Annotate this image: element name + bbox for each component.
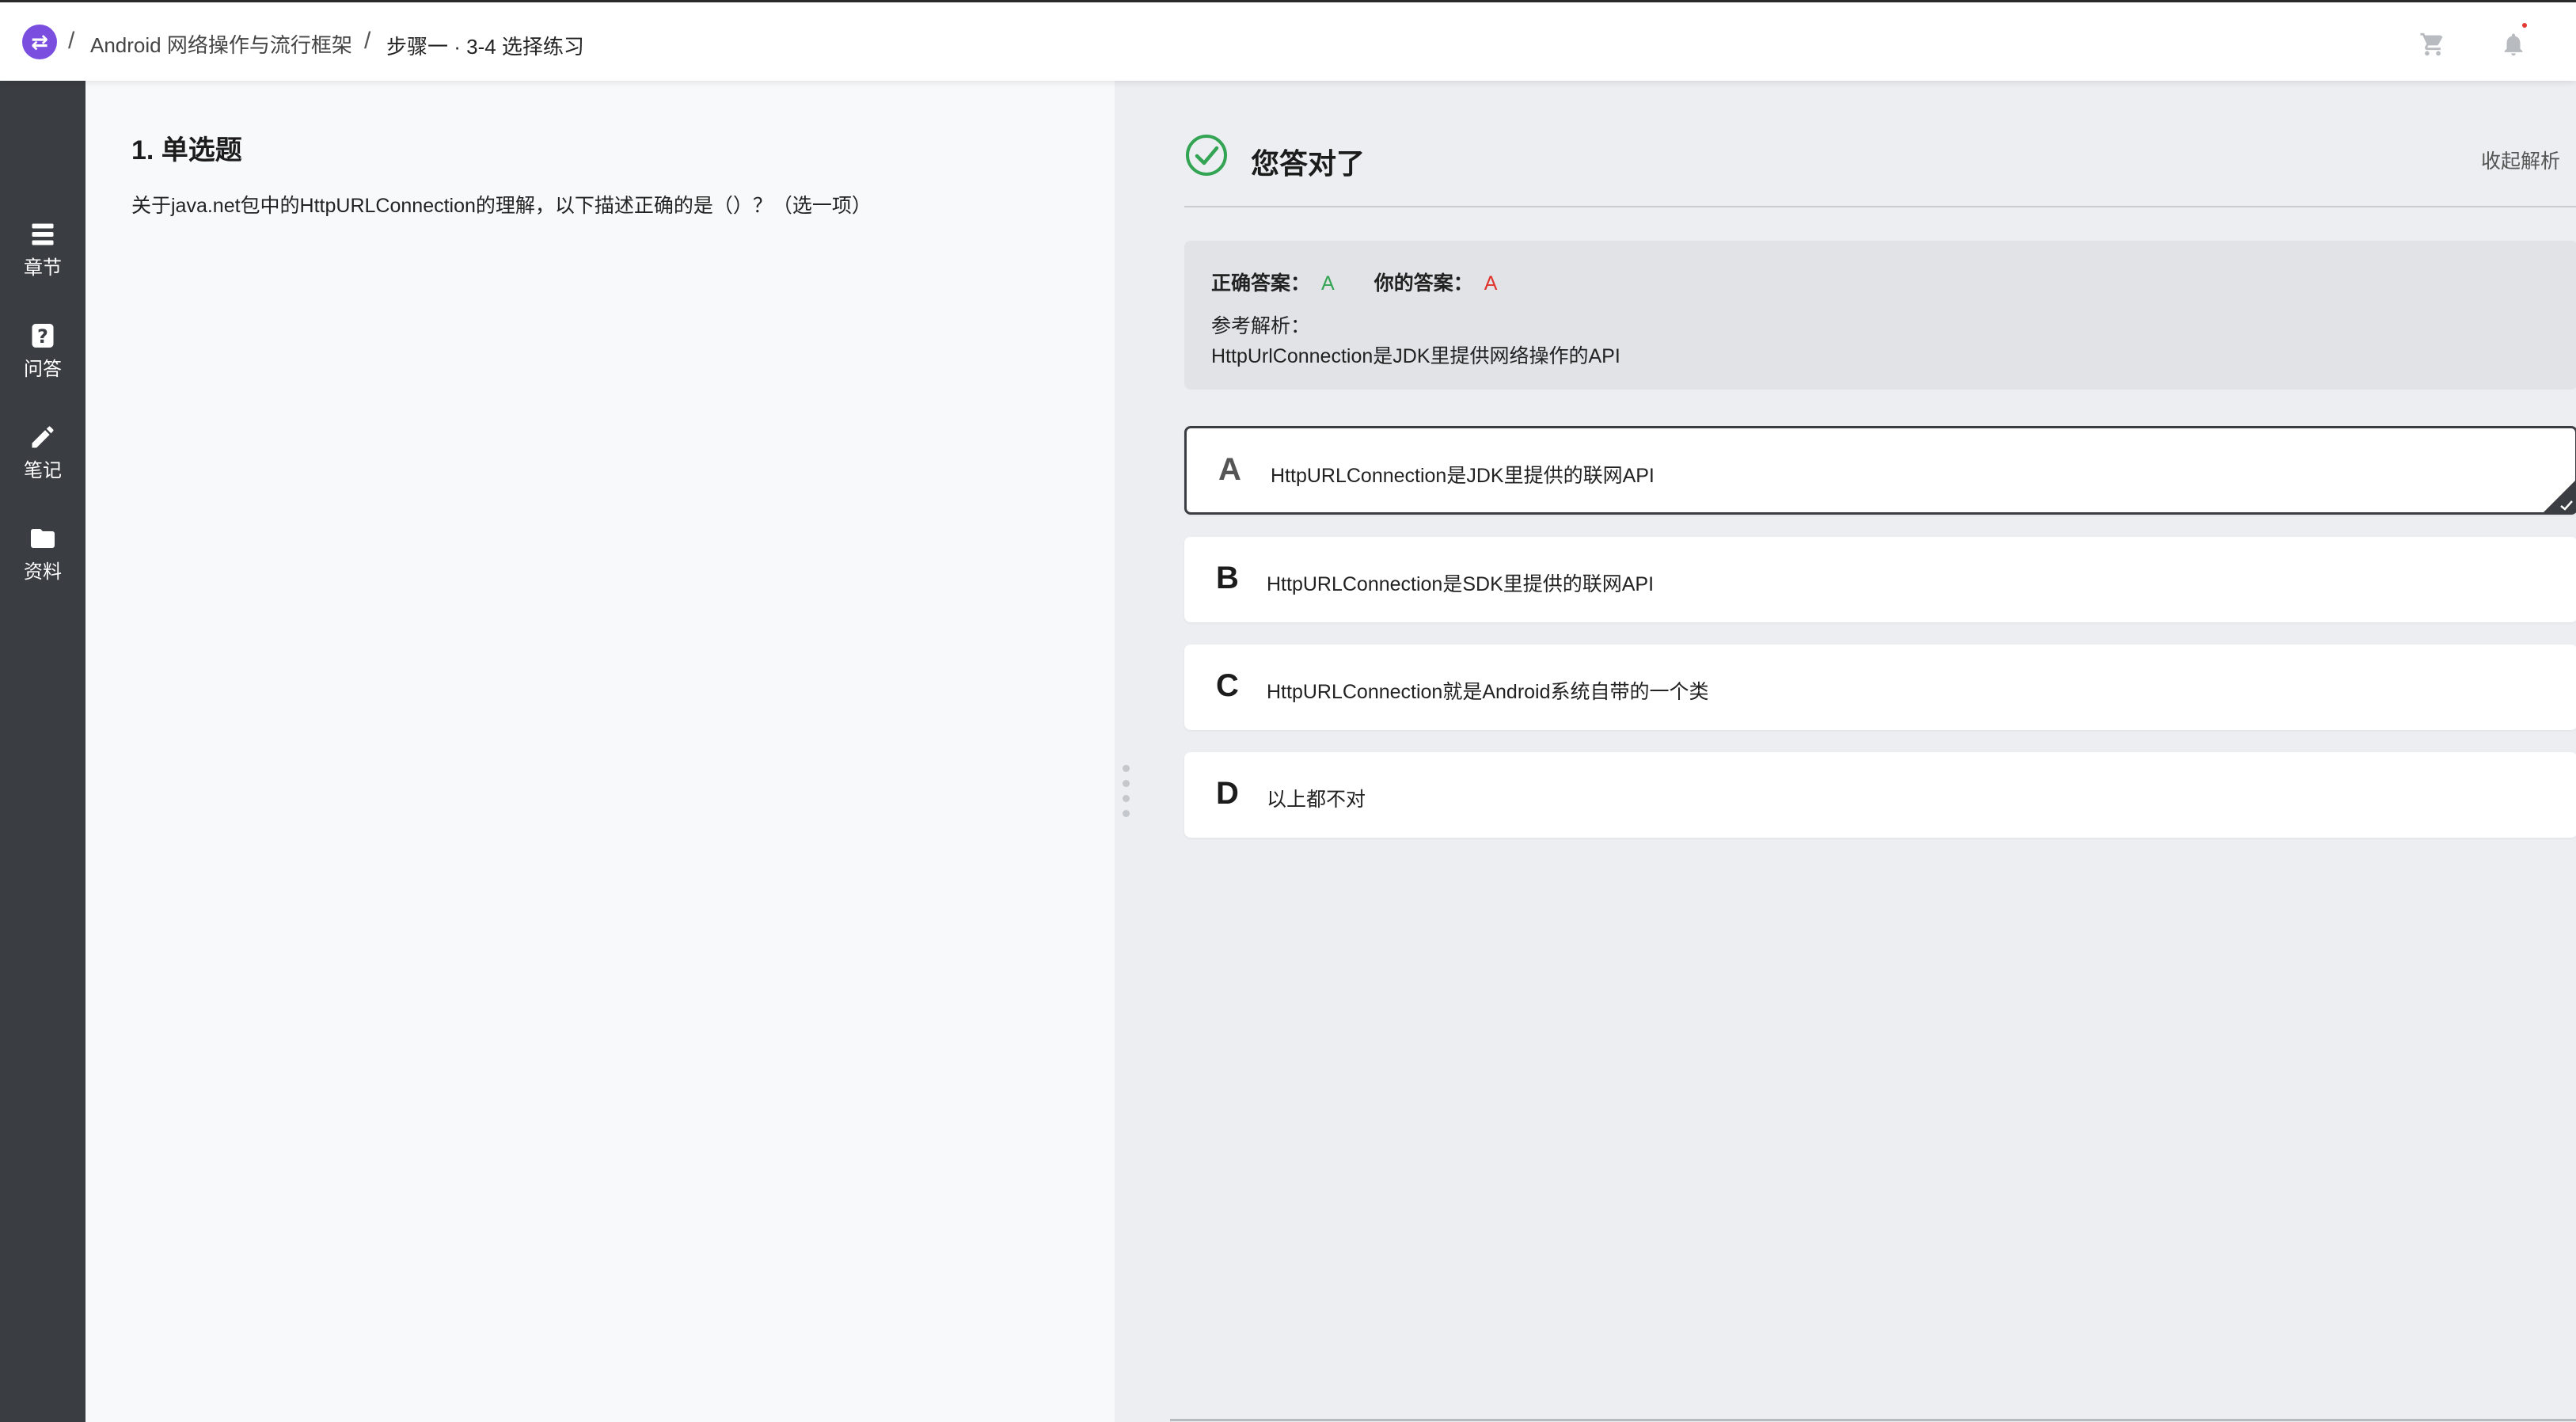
- your-answer-value: A: [1484, 272, 1498, 295]
- option-text: HttpURLConnection就是Android系统自带的一个类: [1267, 681, 1709, 703]
- sidebar-item-qa[interactable]: ? 问答: [0, 321, 85, 401]
- answer-summary: 正确答案： A 你的答案： A: [1211, 268, 1497, 296]
- panel-resize-handle[interactable]: [1123, 765, 1130, 820]
- sidebar-item-label: 问答: [24, 359, 62, 380]
- analysis-label: 参考解析：: [1211, 315, 1311, 337]
- chapter-list-icon: [32, 223, 54, 245]
- answer-panel: 您答对了 收起解析 正确答案： A 你的答案： A 参考解析： HttpUrlConn…: [1115, 81, 2576, 1422]
- question-icon: ?: [32, 324, 54, 348]
- collapse-analysis-link[interactable]: 收起解析: [2481, 146, 2560, 174]
- bell-icon[interactable]: [2500, 31, 2527, 58]
- analysis-text: HttpUrlConnection是JDK里提供网络操作的API: [1211, 345, 1620, 367]
- bottom-divider: [1170, 1419, 2576, 1421]
- left-sidebar: 章节 ? 问答 笔记 资料: [0, 81, 85, 1422]
- breadcrumb-separator: /: [68, 28, 75, 54]
- sidebar-item-materials[interactable]: 资料: [0, 524, 85, 603]
- correct-answer-label: 正确答案：: [1211, 272, 1311, 295]
- sidebar-item-label: 笔记: [24, 460, 62, 481]
- folder-icon: [31, 529, 55, 548]
- check-circle-icon: [1186, 135, 1227, 176]
- breadcrumb-separator: /: [364, 28, 371, 54]
- top-header: ⇄ / Android 网络操作与流行框架 / 步骤一 · 3-4 选择练习: [0, 0, 2576, 81]
- option-b[interactable]: B HttpURLConnection是SDK里提供的联网API: [1184, 537, 2576, 622]
- option-text: 以上都不对: [1267, 789, 1366, 811]
- option-letter: B: [1216, 561, 1239, 595]
- option-c[interactable]: C HttpURLConnection就是Android系统自带的一个类: [1184, 644, 2576, 730]
- question-title: 1. 单选题: [131, 135, 242, 165]
- option-d[interactable]: D 以上都不对: [1184, 752, 2576, 838]
- question-panel: 1. 单选题 关于java.net包中的HttpURLConnection的理解…: [85, 81, 1115, 1422]
- selected-corner-icon: [2544, 481, 2575, 512]
- option-letter: C: [1216, 668, 1239, 703]
- notification-dot: [2522, 23, 2527, 28]
- result-status: 您答对了: [1251, 147, 1366, 180]
- option-a[interactable]: A HttpURLConnection是JDK里提供的联网API: [1184, 426, 2576, 515]
- option-letter: D: [1216, 776, 1239, 811]
- breadcrumb-course[interactable]: Android 网络操作与流行框架: [90, 29, 352, 59]
- sidebar-item-label: 资料: [24, 561, 62, 583]
- option-text: HttpURLConnection是SDK里提供的联网API: [1267, 573, 1655, 595]
- sidebar-item-chapters[interactable]: 章节: [0, 220, 85, 299]
- analysis-box: 正确答案： A 你的答案： A 参考解析： HttpUrlConnection是JDK…: [1184, 241, 2576, 390]
- option-letter: A: [1218, 452, 1241, 487]
- logo-icon[interactable]: ⇄: [22, 25, 57, 59]
- sidebar-item-label: 章节: [24, 257, 62, 279]
- question-text: 关于java.net包中的HttpURLConnection的理解，以下描述正确…: [131, 195, 872, 217]
- breadcrumb-step: 步骤一 · 3-4 选择练习: [386, 35, 584, 59]
- cart-icon[interactable]: [2419, 31, 2446, 58]
- option-text: HttpURLConnection是JDK里提供的联网API: [1271, 465, 1655, 487]
- sidebar-item-notes[interactable]: 笔记: [0, 423, 85, 502]
- svg-text:?: ?: [37, 325, 48, 348]
- your-answer-label: 你的答案：: [1373, 272, 1473, 295]
- pencil-icon: [32, 426, 54, 448]
- divider: [1184, 206, 2576, 207]
- correct-answer-value: A: [1321, 272, 1335, 295]
